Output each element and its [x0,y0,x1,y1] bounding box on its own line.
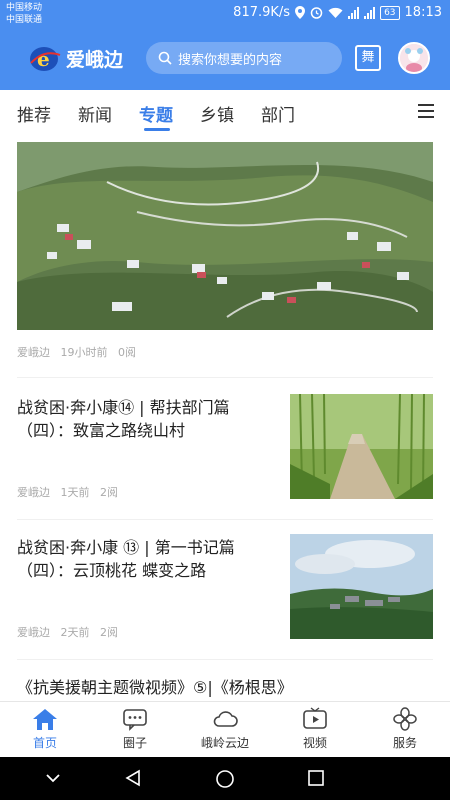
recents-icon[interactable] [307,769,325,787]
category-tabs: 推荐 新闻 专题 乡镇 部门 [0,90,450,134]
tab-towns[interactable]: 乡镇 [200,101,234,126]
article-reads: 2阅 [100,626,118,639]
clock: 18:13 [404,5,442,20]
avatar[interactable] [398,42,430,74]
nav-circle[interactable]: 圈子 [90,702,180,758]
nav-home[interactable]: 首页 [0,702,90,758]
avatar-image [400,44,428,72]
carrier-1: 中国移动 [6,3,43,13]
article-source: 爱峨边 [17,486,50,499]
nav-services[interactable]: 服务 [360,702,450,758]
village-sky-image [290,534,433,639]
article-thumbnail[interactable] [290,534,433,639]
alarm-icon [310,7,323,19]
wifi-icon [328,7,343,18]
nav-label: 视频 [302,736,327,750]
clover-icon [393,707,417,731]
article-title[interactable]: 《抗美援朝主题微视频》⑤|《杨根思》 [17,676,437,699]
system-navigation-bar [0,757,450,800]
article-time: 2天前 [60,626,90,639]
carrier-info: 中国移动 中国联通 [6,2,42,26]
tab-recommend[interactable]: 推荐 [17,101,51,126]
tab-news[interactable]: 新闻 [78,101,112,126]
search-bar[interactable]: 搜索你想要的内容 [146,42,342,74]
chat-icon [123,709,147,731]
tab-menu-icon[interactable] [418,104,434,118]
hero-meta: 爱峨边 19小时前 0阅 [17,344,136,360]
hero-image[interactable] [17,142,433,330]
divider [17,659,433,660]
tab-topics[interactable]: 专题 [139,101,173,126]
svg-text:e: e [37,47,50,71]
status-bar: 中国移动 中国联通 817.9K/s 63 18:13 [0,0,450,28]
nav-label: 峨岭云边 [200,736,249,750]
hide-keyboard-icon[interactable] [44,769,62,787]
location-icon [295,6,306,19]
home-icon [33,709,57,730]
battery-icon: 63 [380,5,400,20]
article-meta: 爱峨边 2天前 2阅 [17,624,118,640]
cloud-icon [213,711,238,727]
hero-source: 爱峨边 [17,346,50,359]
status-indicators: 817.9K/s 63 18:13 [233,5,442,20]
nav-label: 首页 [32,736,57,750]
nav-label: 服务 [392,736,417,750]
calendar-icon[interactable]: 舞 [355,45,381,71]
tab-departments[interactable]: 部门 [261,101,295,126]
signal-4g-icon [364,6,376,19]
article-meta: 爱峨边 1天前 2阅 [17,484,118,500]
bamboo-road-image [290,394,433,499]
network-speed: 817.9K/s [233,5,291,20]
article-title[interactable]: 战贫困·奔小康 ⑬ | 第一书记篇（四）：云顶桃花 蝶变之路 [17,536,275,582]
bottom-navigation: 首页 圈子 峨岭云边 视频 服务 [0,701,450,757]
nav-video[interactable]: 视频 [270,702,360,758]
article-source: 爱峨边 [17,626,50,639]
app-header: e 爱峨边 搜索你想要的内容 舞 [0,28,450,90]
video-icon [303,707,327,729]
article-thumbnail[interactable] [290,394,433,499]
article-title[interactable]: 战贫困·奔小康⑭ | 帮扶部门篇（四）：致富之路绕山村 [17,396,275,442]
home-button-icon[interactable] [215,769,235,789]
divider [17,377,433,378]
hero-time: 19小时前 [60,346,108,359]
article-reads: 2阅 [100,486,118,499]
back-icon[interactable] [124,769,142,787]
article-time: 1天前 [60,486,90,499]
hero-landscape-image [17,142,433,330]
hero-reads: 0阅 [118,346,136,359]
search-placeholder: 搜索你想要的内容 [178,52,283,68]
carrier-2: 中国联通 [6,15,43,25]
app-logo-icon: e [30,47,61,71]
nav-label: 圈子 [122,736,147,750]
brand-name: 爱峨边 [66,49,124,71]
divider [17,519,433,520]
search-icon [158,51,172,65]
signal-icon [348,6,360,19]
active-tab-indicator [144,128,170,131]
news-feed: 爱峨边 19小时前 0阅 战贫困·奔小康⑭ | 帮扶部门篇（四）：致富之路绕山村… [0,134,450,701]
nav-cloud[interactable]: 峨岭云边 [180,702,270,758]
